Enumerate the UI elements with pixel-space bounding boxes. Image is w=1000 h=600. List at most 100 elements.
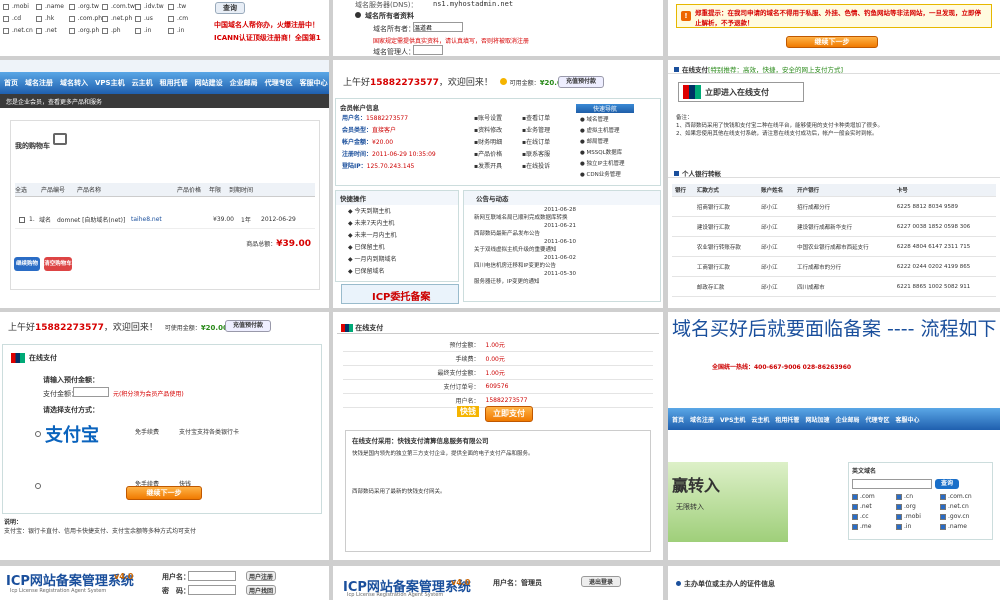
nav-item[interactable]: 企业邮局 xyxy=(230,78,258,88)
quick-op-link[interactable]: ◆ 已保留域名 xyxy=(348,266,446,278)
tld-option[interactable]: .com.tw xyxy=(102,3,135,10)
row-domain[interactable]: taihe8.net xyxy=(131,216,213,223)
pay-now-banner[interactable]: 立即进入在线支付 xyxy=(678,82,804,102)
account-link[interactable]: ▪联系客服 xyxy=(522,149,570,161)
tld-option[interactable]: .com xyxy=(852,493,896,500)
service-link[interactable]: ● 邮局管理 xyxy=(580,137,625,148)
recharge-button[interactable]: 充值预付款 xyxy=(225,320,271,332)
checkbox-icon[interactable] xyxy=(940,513,946,520)
checkbox-icon[interactable] xyxy=(102,15,108,22)
checkbox-icon[interactable] xyxy=(168,3,174,10)
tld-option[interactable]: .hk xyxy=(36,15,69,22)
search-button[interactable]: 查询 xyxy=(935,479,959,489)
nav-item[interactable]: 代理专区 xyxy=(265,78,293,88)
tld-option[interactable]: .name xyxy=(36,3,69,10)
checkbox-icon[interactable] xyxy=(135,27,141,34)
icp-banner[interactable]: ICP委托备案 xyxy=(341,284,459,304)
tld-option[interactable]: .net.cn xyxy=(3,27,36,34)
tld-option[interactable]: .name xyxy=(940,523,984,530)
checkbox-icon[interactable] xyxy=(896,503,902,510)
news-item[interactable]: 新网互联域名局已顺利完成数据库转换 xyxy=(474,214,650,222)
tld-option[interactable]: .com.ph xyxy=(69,15,102,22)
tld-option[interactable]: .cm xyxy=(168,15,201,22)
tld-option[interactable]: .net.cn xyxy=(940,503,984,510)
tld-option[interactable]: .gov.cn xyxy=(940,513,984,520)
checkbox-icon[interactable] xyxy=(69,27,75,34)
tld-option[interactable]: .org.ph xyxy=(69,27,102,34)
tld-option[interactable]: .mobi xyxy=(3,3,36,10)
nav-item[interactable]: 域名注册 xyxy=(690,415,714,424)
news-item[interactable]: 四川电信机房迁移和IP变更的公告 xyxy=(474,262,650,270)
nav-item[interactable]: VPS主机 xyxy=(720,415,745,424)
tld-option[interactable]: .cd xyxy=(3,15,36,22)
tld-option[interactable]: .net.ph xyxy=(102,15,135,22)
account-link[interactable]: ▪账号设置 xyxy=(474,113,522,125)
quick-op-link[interactable]: ◆ 一月内到期域名 xyxy=(348,254,446,266)
checkbox-icon[interactable] xyxy=(852,503,858,510)
nav-item[interactable]: 首页 xyxy=(4,78,18,88)
checkbox-icon[interactable] xyxy=(102,27,108,34)
username-input[interactable] xyxy=(188,571,236,581)
tld-option[interactable]: .net xyxy=(36,27,69,34)
checkbox-icon[interactable] xyxy=(36,15,42,22)
nav-item[interactable]: 网站建设 xyxy=(195,78,223,88)
nav-item[interactable]: 域名注册 xyxy=(25,78,53,88)
checkbox-icon[interactable] xyxy=(69,3,75,10)
tld-option[interactable]: .ph xyxy=(102,27,135,34)
logout-button[interactable]: 退出登录 xyxy=(581,576,621,587)
service-link[interactable]: ● 独立IP主机管理 xyxy=(580,159,625,170)
nav-item[interactable]: 租用托管 xyxy=(160,78,188,88)
checkbox-icon[interactable] xyxy=(940,523,946,530)
tld-option[interactable]: .tw xyxy=(168,3,201,10)
nav-item[interactable]: 客服中心 xyxy=(300,78,328,88)
account-link[interactable]: ▪资料修改 xyxy=(474,125,522,137)
service-link[interactable]: ● 域名管理 xyxy=(580,115,625,126)
quick-op-link[interactable]: ◆ 未来一月内主机 xyxy=(348,230,446,242)
account-link[interactable]: ▪财务明细 xyxy=(474,137,522,149)
account-link[interactable]: ▪在线订单 xyxy=(522,137,570,149)
checkbox-icon[interactable] xyxy=(3,27,9,34)
tld-option[interactable]: .us xyxy=(135,15,168,22)
tld-option[interactable]: .org xyxy=(896,503,940,510)
news-item[interactable]: 服务器迁移，IP变更的通知 xyxy=(474,278,650,286)
news-item[interactable]: 关于双线虚拟主机升级的重要通知 xyxy=(474,246,650,254)
checkbox-icon[interactable] xyxy=(135,15,141,22)
nav-item[interactable]: 域名转入 xyxy=(60,78,88,88)
nav-item[interactable]: VPS主机 xyxy=(95,78,125,88)
password-input[interactable] xyxy=(188,585,236,595)
radio-icon[interactable] xyxy=(35,431,41,437)
checkbox-icon[interactable] xyxy=(36,3,42,10)
pay-now-button[interactable]: 立即支付 xyxy=(485,406,533,422)
nav-item[interactable]: 首页 xyxy=(672,415,684,424)
nav-item[interactable]: 客服中心 xyxy=(895,415,919,424)
account-link[interactable]: ▪产品价格 xyxy=(474,149,522,161)
checkbox-icon[interactable] xyxy=(102,3,108,10)
nav-item[interactable]: 代理专区 xyxy=(865,415,889,424)
radio-icon[interactable] xyxy=(35,483,41,489)
checkbox-icon[interactable] xyxy=(36,27,42,34)
checkbox-icon[interactable] xyxy=(3,15,9,22)
nav-item[interactable]: 网站加速 xyxy=(805,415,829,424)
quick-op-link[interactable]: ◆ 已保留主机 xyxy=(348,242,446,254)
checkbox-icon[interactable] xyxy=(135,3,141,10)
tld-option[interactable]: .cn xyxy=(896,493,940,500)
checkbox-icon[interactable] xyxy=(69,15,75,22)
checkbox-icon[interactable] xyxy=(168,27,174,34)
radio-icon[interactable] xyxy=(355,12,361,18)
checkbox-icon[interactable] xyxy=(896,513,902,520)
account-link[interactable]: ▪查看订单 xyxy=(522,113,570,125)
checkbox-icon[interactable] xyxy=(896,523,902,530)
tld-option[interactable]: .in xyxy=(896,523,940,530)
recover-button[interactable]: 用户找回 xyxy=(246,585,276,595)
nav-item[interactable]: 云主机 xyxy=(751,415,769,424)
amount-input[interactable] xyxy=(73,387,109,397)
tld-option[interactable]: .in xyxy=(168,27,201,34)
service-link[interactable]: ● MSSQL数据库 xyxy=(580,148,625,159)
service-link[interactable]: ● 虚拟主机管理 xyxy=(580,126,625,137)
owner-input[interactable] xyxy=(413,22,463,32)
tld-option[interactable]: .idv.tw xyxy=(135,3,168,10)
domain-input[interactable] xyxy=(852,479,932,489)
service-link[interactable]: ● CDN业务管理 xyxy=(580,170,625,181)
quick-op-link[interactable]: ◆ 未来7天内主机 xyxy=(348,218,446,230)
alipay-logo[interactable]: 支付宝 xyxy=(45,421,99,447)
